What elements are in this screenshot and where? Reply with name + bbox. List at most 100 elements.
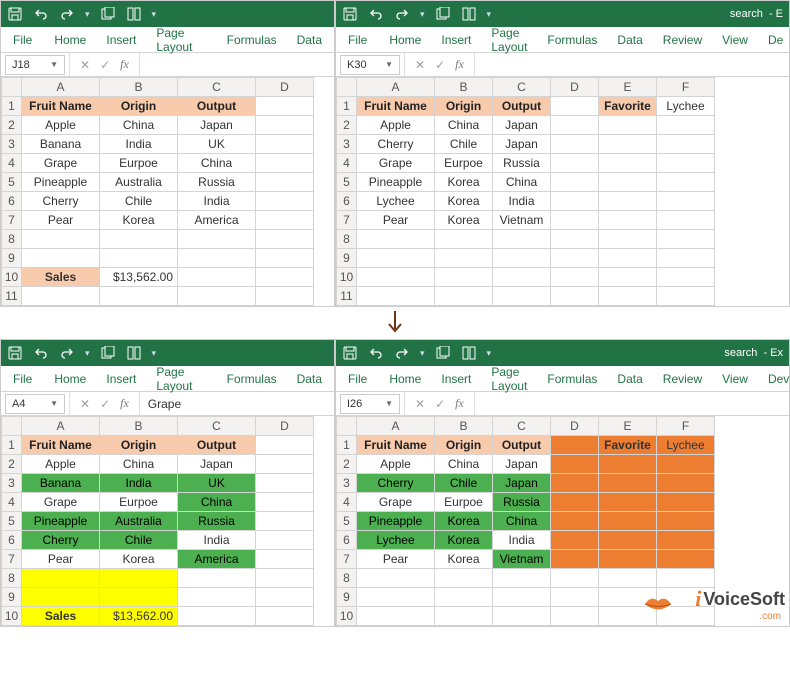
col-header[interactable]: E xyxy=(599,78,657,97)
qat-icon-2[interactable] xyxy=(126,6,142,22)
cancel-icon[interactable]: ✕ xyxy=(415,58,425,72)
tab-insert[interactable]: Insert xyxy=(431,28,481,52)
qat-icon-1[interactable] xyxy=(435,345,451,361)
tab-insert[interactable]: Insert xyxy=(431,367,481,391)
cell[interactable]: $13,562.00 xyxy=(100,268,178,287)
name-box[interactable]: J18▼ xyxy=(5,55,65,75)
qat-icon-2[interactable] xyxy=(461,345,477,361)
formula-input[interactable]: Grape xyxy=(140,397,334,411)
col-header[interactable]: B xyxy=(100,78,178,97)
tab-formulas[interactable]: Formulas xyxy=(537,367,607,391)
tab-view[interactable]: View xyxy=(712,28,758,52)
save-icon[interactable] xyxy=(342,345,358,361)
doc-title: - Ex xyxy=(763,347,783,359)
tab-data[interactable]: Data xyxy=(287,28,332,52)
tab-pagelayout[interactable]: Page Layout xyxy=(146,21,216,59)
watermark: iVoiceSoft .com xyxy=(695,586,785,612)
col-header[interactable]: B xyxy=(435,78,493,97)
col-header[interactable]: C xyxy=(178,78,256,97)
title-bar: ▾ ▾ search- E xyxy=(336,1,789,27)
qat-icon-2[interactable] xyxy=(126,345,142,361)
cancel-icon[interactable]: ✕ xyxy=(80,397,90,411)
tab-file[interactable]: File xyxy=(338,367,377,391)
col-header[interactable]: F xyxy=(657,78,715,97)
fx-icon[interactable]: fx xyxy=(120,57,129,72)
tab-file[interactable]: File xyxy=(3,367,42,391)
col-header[interactable]: D xyxy=(551,78,599,97)
tab-view[interactable]: View xyxy=(712,367,758,391)
cancel-icon[interactable]: ✕ xyxy=(415,397,425,411)
ribbon-tabs: File Home Insert Page Layout Formulas Da… xyxy=(1,27,334,53)
name-box-value: J18 xyxy=(12,59,30,71)
undo-icon[interactable] xyxy=(33,345,49,361)
tab-dev[interactable]: De xyxy=(758,28,790,52)
cell[interactable]: Origin xyxy=(100,97,178,116)
cell[interactable]: Sales xyxy=(22,268,100,287)
enter-icon[interactable]: ✓ xyxy=(435,397,445,411)
cell[interactable]: Apple xyxy=(22,116,100,135)
col-header[interactable]: D xyxy=(256,78,314,97)
cell[interactable]: Favorite xyxy=(599,97,657,116)
enter-icon[interactable]: ✓ xyxy=(100,58,110,72)
tab-data[interactable]: Data xyxy=(607,28,652,52)
name-box-value: A4 xyxy=(12,398,25,410)
tab-pagelayout[interactable]: Page Layout xyxy=(481,21,537,59)
tab-pagelayout[interactable]: Page Layout xyxy=(481,360,537,398)
tab-insert[interactable]: Insert xyxy=(96,28,146,52)
tab-home[interactable]: Home xyxy=(44,367,96,391)
undo-icon[interactable] xyxy=(368,6,384,22)
name-box[interactable]: I26▼ xyxy=(340,394,400,414)
tab-file[interactable]: File xyxy=(338,28,377,52)
title-bar: ▾ ▾ search- Ex xyxy=(336,340,789,366)
tab-formulas[interactable]: Formulas xyxy=(537,28,607,52)
tab-home[interactable]: Home xyxy=(44,28,96,52)
save-icon[interactable] xyxy=(7,6,23,22)
tab-home[interactable]: Home xyxy=(379,367,431,391)
enter-icon[interactable]: ✓ xyxy=(435,58,445,72)
cell[interactable]: Fruit Name xyxy=(22,97,100,116)
redo-icon[interactable] xyxy=(59,345,75,361)
tab-formulas[interactable]: Formulas xyxy=(217,367,287,391)
col-header[interactable]: A xyxy=(22,78,100,97)
col-header[interactable]: A xyxy=(357,78,435,97)
tab-file[interactable]: File xyxy=(3,28,42,52)
spreadsheet-grid[interactable]: ABCD 1Fruit NameOriginOutput 2AppleChina… xyxy=(1,416,314,626)
tab-home[interactable]: Home xyxy=(379,28,431,52)
spreadsheet-grid[interactable]: ABCDEF 1Fruit NameOriginOutputFavoriteLy… xyxy=(336,77,715,306)
fx-icon[interactable]: fx xyxy=(120,396,129,411)
cancel-icon[interactable]: ✕ xyxy=(80,58,90,72)
enter-icon[interactable]: ✓ xyxy=(100,397,110,411)
save-icon[interactable] xyxy=(7,345,23,361)
search-text[interactable]: search xyxy=(724,347,757,359)
redo-icon[interactable] xyxy=(59,6,75,22)
tab-formulas[interactable]: Formulas xyxy=(217,28,287,52)
name-box-value: I26 xyxy=(347,398,362,410)
search-text[interactable]: search xyxy=(730,8,763,20)
tab-dev[interactable]: Dev xyxy=(758,367,790,391)
qat-icon-1[interactable] xyxy=(100,6,116,22)
name-box[interactable]: A4▼ xyxy=(5,394,65,414)
redo-icon[interactable] xyxy=(394,6,410,22)
cell[interactable]: Lychee xyxy=(657,97,715,116)
row-header[interactable]: 1 xyxy=(2,97,22,116)
undo-icon[interactable] xyxy=(33,6,49,22)
col-header[interactable]: C xyxy=(493,78,551,97)
tab-data[interactable]: Data xyxy=(607,367,652,391)
qat-icon-1[interactable] xyxy=(100,345,116,361)
tab-insert[interactable]: Insert xyxy=(96,367,146,391)
qat-icon-1[interactable] xyxy=(435,6,451,22)
doc-title: - E xyxy=(769,8,783,20)
spreadsheet-grid[interactable]: ABCD 1Fruit NameOriginOutput 2AppleChina… xyxy=(1,77,314,306)
name-box[interactable]: K30▼ xyxy=(340,55,400,75)
save-icon[interactable] xyxy=(342,6,358,22)
redo-icon[interactable] xyxy=(394,345,410,361)
tab-data[interactable]: Data xyxy=(287,367,332,391)
cell[interactable]: Output xyxy=(178,97,256,116)
tab-pagelayout[interactable]: Page Layout xyxy=(146,360,216,398)
undo-icon[interactable] xyxy=(368,345,384,361)
tab-review[interactable]: Review xyxy=(653,28,712,52)
fx-icon[interactable]: fx xyxy=(455,57,464,72)
qat-icon-2[interactable] xyxy=(461,6,477,22)
tab-review[interactable]: Review xyxy=(653,367,712,391)
fx-icon[interactable]: fx xyxy=(455,396,464,411)
